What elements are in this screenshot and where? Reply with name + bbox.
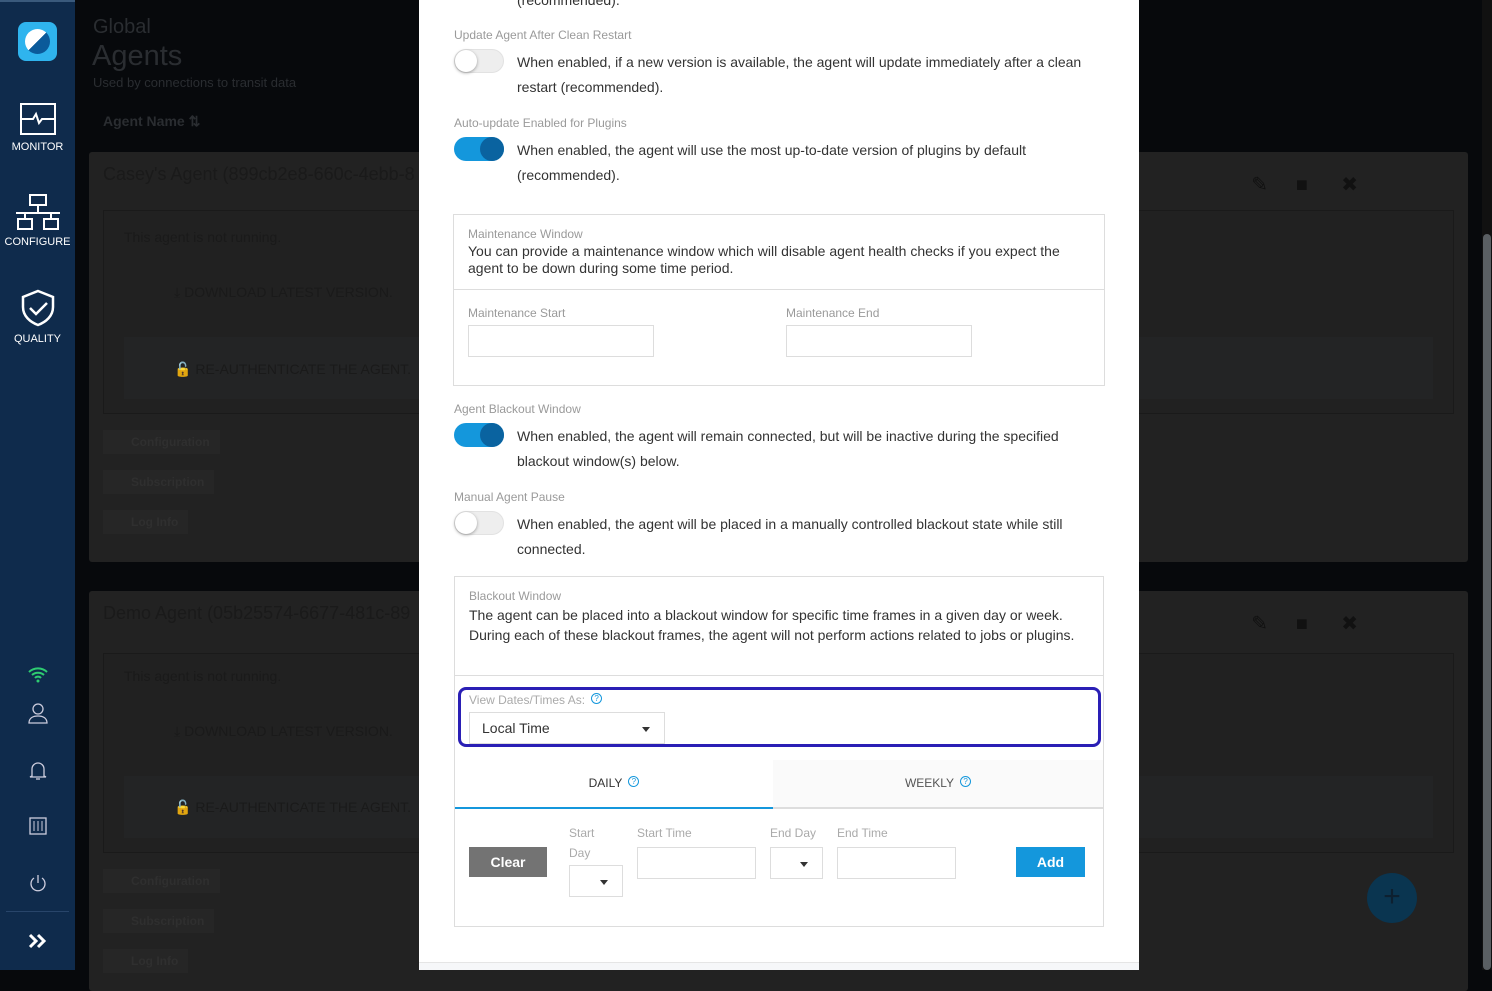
scrollbar[interactable] [1482, 0, 1492, 970]
setting-label: Manual Agent Pause [454, 490, 565, 504]
nav-configure[interactable]: CONFIGURE [0, 194, 75, 248]
modal-footer [419, 962, 1139, 970]
sort-label: Agent Name [103, 113, 185, 129]
section-subscription[interactable]: Subscription [103, 470, 215, 494]
agent-actions: ✎ ■ ✖ [1251, 611, 1358, 636]
end-day-label: End Day [770, 826, 817, 840]
toggle-manual-pause[interactable] [454, 511, 504, 535]
end-time-input[interactable] [837, 847, 956, 879]
user-icon[interactable] [25, 700, 51, 726]
power-icon[interactable] [25, 870, 51, 896]
edit-icon[interactable]: ✎ [1251, 613, 1268, 635]
reauth-button[interactable]: 🔓 RE-AUTHENTICATE THE AGENT. [174, 799, 411, 816]
sidebar: MONITOR CONFIGURE QUALITY [0, 0, 75, 970]
agent-title: Demo Agent (05b25574-6677-481c-89 [103, 603, 411, 623]
agent-settings-modal: (recommended). Update Agent After Clean … [419, 0, 1139, 970]
stop-icon[interactable]: ■ [1296, 174, 1308, 196]
start-time-input[interactable] [637, 847, 756, 879]
maintenance-start-label: Maintenance Start [468, 306, 566, 320]
maintenance-start-input[interactable] [468, 325, 654, 357]
setting-label: Auto-update Enabled for Plugins [454, 116, 627, 130]
reauth-label: RE-AUTHENTICATE THE AGENT. [195, 361, 412, 377]
scrollbar-thumb[interactable] [1483, 234, 1491, 970]
blackout-window: Blackout Window The agent can be placed … [454, 576, 1104, 927]
start-day-select[interactable] [569, 865, 623, 897]
add-button[interactable]: Add [1016, 847, 1085, 877]
start-time-label: Start Time [637, 826, 692, 840]
blackout-title: Blackout Window [469, 589, 562, 603]
delete-icon[interactable]: ✖ [1341, 613, 1358, 635]
wifi-icon[interactable] [25, 662, 51, 688]
agent-status: This agent is not running. [124, 229, 282, 245]
end-time-label: End Time [837, 826, 888, 840]
breadcrumb: Global [93, 16, 151, 38]
maintenance-end-label: Maintenance End [786, 306, 880, 320]
tab-weekly[interactable]: WEEKLY? [773, 760, 1103, 809]
section-configuration[interactable]: Configuration [103, 430, 220, 454]
nav-configure-label: CONFIGURE [4, 236, 71, 248]
setting-description: When enabled, if a new version is availa… [517, 54, 1082, 95]
blackout-description: The agent can be placed into a blackout … [469, 607, 1075, 643]
maintenance-title: Maintenance Window [468, 227, 583, 241]
divider [6, 911, 69, 912]
setting-label: Update Agent After Clean Restart [454, 28, 632, 42]
shield-check-icon [21, 289, 54, 327]
section-log-info[interactable]: Log Info [103, 949, 189, 973]
nav-monitor[interactable]: MONITOR [0, 103, 75, 153]
stop-icon[interactable]: ■ [1296, 613, 1308, 635]
monitor-icon [19, 103, 56, 135]
help-icon[interactable]: ? [960, 776, 972, 787]
setting-description: When enabled, the agent will remain conn… [517, 428, 1059, 469]
view-dates-label: View Dates/Times As: [469, 693, 586, 707]
tab-daily[interactable]: DAILY? [455, 760, 773, 809]
download-button[interactable]: ⤓ DOWNLOAD LATEST VERSION. [174, 723, 393, 740]
agent-title: Casey's Agent (899cb2e8-660c-4ebb-8 [103, 164, 415, 184]
sliders-icon[interactable] [25, 813, 51, 839]
view-dates-select[interactable]: Local Time [469, 712, 665, 744]
nav-quality-label: QUALITY [13, 333, 62, 345]
setting-description: When enabled, the agent will use the mos… [517, 142, 1026, 183]
reauth-label: RE-AUTHENTICATE THE AGENT. [195, 799, 412, 815]
help-icon[interactable]: ? [628, 776, 640, 787]
app-logo[interactable] [18, 22, 57, 61]
add-agent-button[interactable]: + [1367, 873, 1417, 923]
nav-quality[interactable]: QUALITY [0, 289, 75, 345]
maintenance-end-input[interactable] [786, 325, 972, 357]
bell-icon[interactable] [25, 757, 51, 783]
nav-monitor-label: MONITOR [11, 141, 64, 153]
section-log-info[interactable]: Log Info [103, 510, 189, 534]
toggle-blackout-window[interactable] [454, 423, 504, 447]
edit-icon[interactable]: ✎ [1251, 174, 1268, 196]
maintenance-window: Maintenance Window You can provide a mai… [453, 214, 1105, 386]
reauth-button[interactable]: 🔓 RE-AUTHENTICATE THE AGENT. [174, 361, 411, 378]
previous-description: (recommended). [517, 0, 620, 8]
section-subscription[interactable]: Subscription [103, 909, 215, 933]
clear-button[interactable]: Clear [469, 847, 547, 877]
download-label: DOWNLOAD LATEST VERSION. [184, 284, 393, 300]
download-button[interactable]: ⤓ DOWNLOAD LATEST VERSION. [174, 284, 393, 301]
sort-agent-name[interactable]: Agent Name ⇅ [103, 113, 200, 130]
delete-icon[interactable]: ✖ [1341, 174, 1358, 196]
page-subtitle: Used by connections to transit data [93, 75, 297, 90]
page-title: Agents [92, 40, 183, 72]
sort-icon: ⇅ [188, 113, 201, 129]
view-dates-focus: View Dates/Times As:? Local Time [458, 687, 1101, 747]
tab-weekly-label: WEEKLY [904, 776, 955, 790]
help-icon[interactable]: ? [591, 693, 603, 704]
agent-status: This agent is not running. [124, 668, 282, 684]
toggle-plugin-autoupdate[interactable] [454, 137, 504, 161]
agent-actions: ✎ ■ ✖ [1251, 172, 1358, 197]
download-label: DOWNLOAD LATEST VERSION. [184, 723, 393, 739]
section-configuration[interactable]: Configuration [103, 869, 220, 893]
expand-icon[interactable] [25, 928, 51, 954]
tab-daily-label: DAILY [588, 776, 623, 790]
end-day-select[interactable] [770, 847, 823, 879]
setting-description: When enabled, the agent will be placed i… [517, 516, 1063, 557]
start-day-label: Start Day [569, 826, 595, 860]
network-icon [15, 194, 60, 230]
maintenance-description: You can provide a maintenance window whi… [468, 243, 1060, 276]
toggle-update-after-restart[interactable] [454, 49, 504, 73]
setting-label: Agent Blackout Window [454, 402, 581, 416]
